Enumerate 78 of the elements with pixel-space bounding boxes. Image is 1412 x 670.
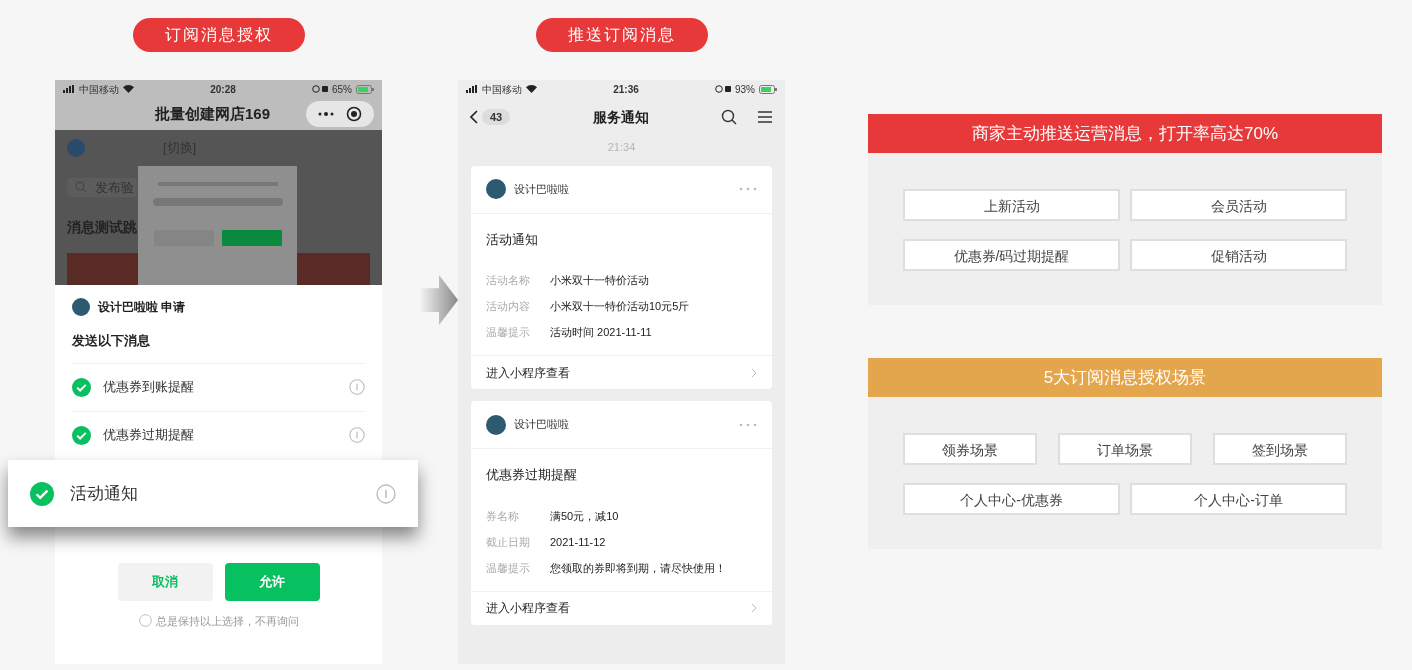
scenario-tag: 个人中心-优惠券 [903,483,1120,515]
menu-icon[interactable] [757,110,773,124]
search-icon[interactable] [721,109,737,125]
allow-button[interactable]: 允许 [224,562,320,601]
scenario-tag: 签到场景 [1213,433,1347,465]
more-icon[interactable] [318,112,334,116]
carrier-text: 中国移动 [482,82,522,97]
panel-header: 5大订阅消息授权场景 [868,358,1382,397]
card-title: 活动通知 [485,230,539,249]
avatar [67,138,85,157]
back-button[interactable]: 43 [470,108,511,126]
field-value: 您领取的券即将到期，请尽快使用！ [550,560,726,576]
requester-text: 设计巴啦啦 申请 [98,299,186,316]
message-option: 活动通知 [70,480,360,507]
field-value: 小米双十一特价活动10元5斤 [550,299,690,314]
sender-name: 设计巴啦啦 [514,181,570,197]
check-circle-icon[interactable] [72,377,91,397]
sheet-heading: 发送以下消息 [72,332,151,350]
chevron-right-icon [751,367,757,378]
battery-icon [356,84,374,94]
signal-icon [63,85,75,93]
scenario-tag: 会员活动 [1130,189,1347,221]
field-label: 温馨提示 [486,325,531,340]
check-circle-icon[interactable] [30,481,54,506]
field-value: 活动时间 2021-11-11 [550,325,652,340]
avatar [486,179,506,199]
field-label: 温馨提示 [486,560,531,576]
capsule-menu[interactable] [306,101,374,127]
clock-text: 20:28 [210,82,236,97]
field-label: 券名称 [486,508,520,524]
panel-header: 商家主动推送运营消息，打开率高达70% [868,114,1382,153]
field-value: 2021-11-12 [550,534,606,550]
field-value: 小米双十一特价活动 [550,273,649,288]
clock-text: 21:36 [613,82,639,97]
field-value: 满50元，减10 [550,508,619,524]
avatar [486,414,506,435]
wifi-icon [526,85,537,93]
wifi-icon [123,85,134,93]
field-label: 活动内容 [486,299,531,314]
battery-icon [759,84,777,94]
carrier-text: 中国移动 [79,82,119,97]
link-text: 进入小程序查看 [486,600,570,617]
scenario-tag: 订单场景 [1058,433,1192,465]
chevron-right-icon [751,603,757,613]
close-circle-icon[interactable] [346,106,362,122]
section-heading: 推送订阅消息 [535,18,708,52]
search-icon [75,181,87,194]
battery-text: 93% [735,82,755,97]
app-title: 批量创建网店169 [155,103,271,124]
scenario-tag: 上新活动 [903,189,1120,221]
back-chevron-icon[interactable] [470,110,478,124]
open-mini-program-link[interactable]: 进入小程序查看 [471,355,772,389]
avatar [72,298,90,316]
message-time: 21:34 [606,140,637,155]
chat-title: 服务通知 [591,107,650,127]
field-label: 截止日期 [486,534,531,550]
unread-count: 43 [482,108,511,126]
field-label: 活动名称 [486,273,531,288]
info-icon[interactable] [349,379,365,395]
scenario-tag: 促销活动 [1130,239,1347,271]
cancel-button[interactable]: 取消 [117,562,213,601]
link-text: 进入小程序查看 [486,364,570,382]
message-option: 优惠券到账提醒 [103,377,337,397]
check-circle-icon[interactable] [72,425,91,445]
card-title: 优惠券过期提醒 [485,466,578,484]
scenario-tag: 个人中心-订单 [1130,483,1347,515]
sender-name: 设计巴啦啦 [514,417,570,433]
battery-text: 65% [332,82,352,97]
message-option: 优惠券过期提醒 [103,425,337,445]
scenario-tag: 领券场景 [903,433,1037,465]
info-icon[interactable] [376,483,396,504]
always-option-label: 总是保持以上选择，不再询问 [155,613,299,629]
scenario-tag: 优惠券/码过期提醒 [903,239,1120,271]
info-icon[interactable] [349,427,365,443]
open-mini-program-link[interactable]: 进入小程序查看 [471,590,772,625]
signal-icon [466,85,478,93]
section-heading: 订阅消息授权 [132,18,305,52]
empty-circle-icon[interactable] [138,614,152,628]
